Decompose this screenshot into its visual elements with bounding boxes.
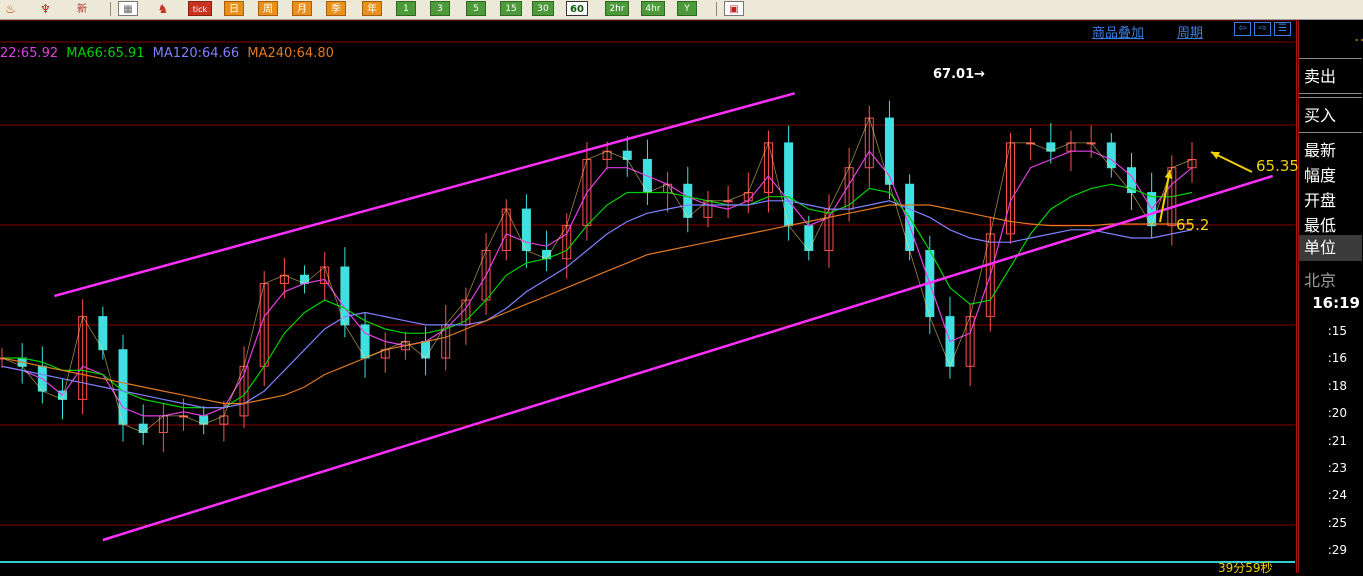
ma-line-ma240 xyxy=(1,204,1192,405)
field-open: 开盘 xyxy=(1304,191,1337,210)
price-annotation-652: 65.2 xyxy=(1176,216,1210,234)
ma66-label: MA66:65.91 xyxy=(66,46,145,61)
toolbar-button-2hr[interactable]: 2hr xyxy=(605,1,629,16)
toolbar-button-5[interactable]: 5 xyxy=(466,1,486,16)
quote-panel: 卖出 买入 最新 幅度 开盘 最低 单位 北京 16:19 :15 :16 :18:… xyxy=(1298,20,1363,573)
current-time: 16:19 xyxy=(1312,294,1360,312)
toolbar-button-4hr[interactable]: 4hr xyxy=(641,1,665,16)
toolbar-button-新[interactable]: 新 xyxy=(72,1,92,16)
time-row: :15 xyxy=(1327,324,1347,338)
window-icon[interactable]: ▣ xyxy=(724,1,744,16)
toolbar: ♨ ♆ ▦ ♞ 新 tick 日周月季 年 1 3 5 15 30 60 2hr 4hr Y ▣ xyxy=(0,0,1363,20)
location-label: 北京 xyxy=(1304,271,1337,290)
calendar-icon[interactable]: ▦ xyxy=(118,1,138,16)
field-change: 幅度 xyxy=(1304,166,1337,185)
ma120-label: MA120:64.66 xyxy=(152,46,240,61)
time-row: :18 xyxy=(1327,378,1347,393)
toolbar-button-30[interactable]: 30 xyxy=(532,1,554,16)
price-annotation-6535: 65.35 xyxy=(1256,157,1299,175)
toolbar-button-y[interactable]: Y xyxy=(677,1,697,16)
ma240-label: MA240:64.80 xyxy=(247,46,334,61)
toolbar-button-60[interactable]: 60 xyxy=(566,1,588,16)
scroll-right-icon[interactable]: ⇨ xyxy=(1254,22,1271,36)
chart-tool-icon[interactable]: ♞ xyxy=(152,1,174,16)
toolbar-button-年[interactable]: 年 xyxy=(362,1,382,16)
ma-line-22 xyxy=(1,150,1193,417)
buy-button[interactable]: 买入 xyxy=(1299,97,1362,133)
chart-area xyxy=(0,20,1297,573)
toolbar-button-3[interactable]: 3 xyxy=(430,1,450,16)
ma-legend: 22:65.92 MA66:65.91 MA120:64.66 MA240:64… xyxy=(0,46,338,61)
flame-icon[interactable]: ♨ xyxy=(2,1,19,16)
time-row: :29 xyxy=(1327,543,1347,558)
pin-icon[interactable]: ♆ xyxy=(37,1,54,16)
toolbar-button-日[interactable]: 日 xyxy=(224,1,244,16)
bar-countdown: 39分59秒 xyxy=(1218,561,1273,575)
overlay-link[interactable]: 商品叠加 xyxy=(1092,22,1144,41)
time-row: :16 xyxy=(1327,351,1347,366)
ma-line-ma120 xyxy=(1,200,1193,409)
nav-arrows: ⇦ ⇨ ☰ xyxy=(1234,22,1294,37)
time-row: :20 xyxy=(1327,406,1347,421)
toolbar-separator xyxy=(110,2,111,16)
sell-button[interactable]: 卖出 xyxy=(1299,58,1362,94)
toolbar-button-周[interactable]: 周 xyxy=(258,1,278,16)
field-low: 最低 xyxy=(1304,216,1337,235)
edge-label: ‥ xyxy=(1354,26,1363,45)
toolbar-button-tick[interactable]: tick xyxy=(188,1,212,16)
time-row: :24 xyxy=(1327,488,1347,503)
unit-label: 单位 xyxy=(1299,235,1362,261)
ma-line-ma66 xyxy=(2,183,1193,409)
field-latest: 最新 xyxy=(1304,141,1337,160)
ma22-label: 22:65.92 xyxy=(0,46,59,61)
time-row: :25 xyxy=(1327,515,1347,530)
toolbar-button-季[interactable]: 季 xyxy=(326,1,346,16)
layout-icon[interactable]: ☰ xyxy=(1274,22,1291,36)
period-link[interactable]: 周期 xyxy=(1177,22,1203,41)
time-row: :23 xyxy=(1327,461,1347,475)
toolbar-button-15[interactable]: 15 xyxy=(500,1,522,16)
high-price-annotation: 67.01→ xyxy=(933,67,986,82)
arrow-to-low-head xyxy=(1164,170,1173,179)
time-row: :21 xyxy=(1327,433,1347,448)
toolbar-separator xyxy=(716,2,717,16)
toolbar-button-月[interactable]: 月 xyxy=(292,1,312,16)
toolbar-button-1[interactable]: 1 xyxy=(396,1,416,16)
scroll-left-icon[interactable]: ⇦ xyxy=(1234,22,1251,36)
